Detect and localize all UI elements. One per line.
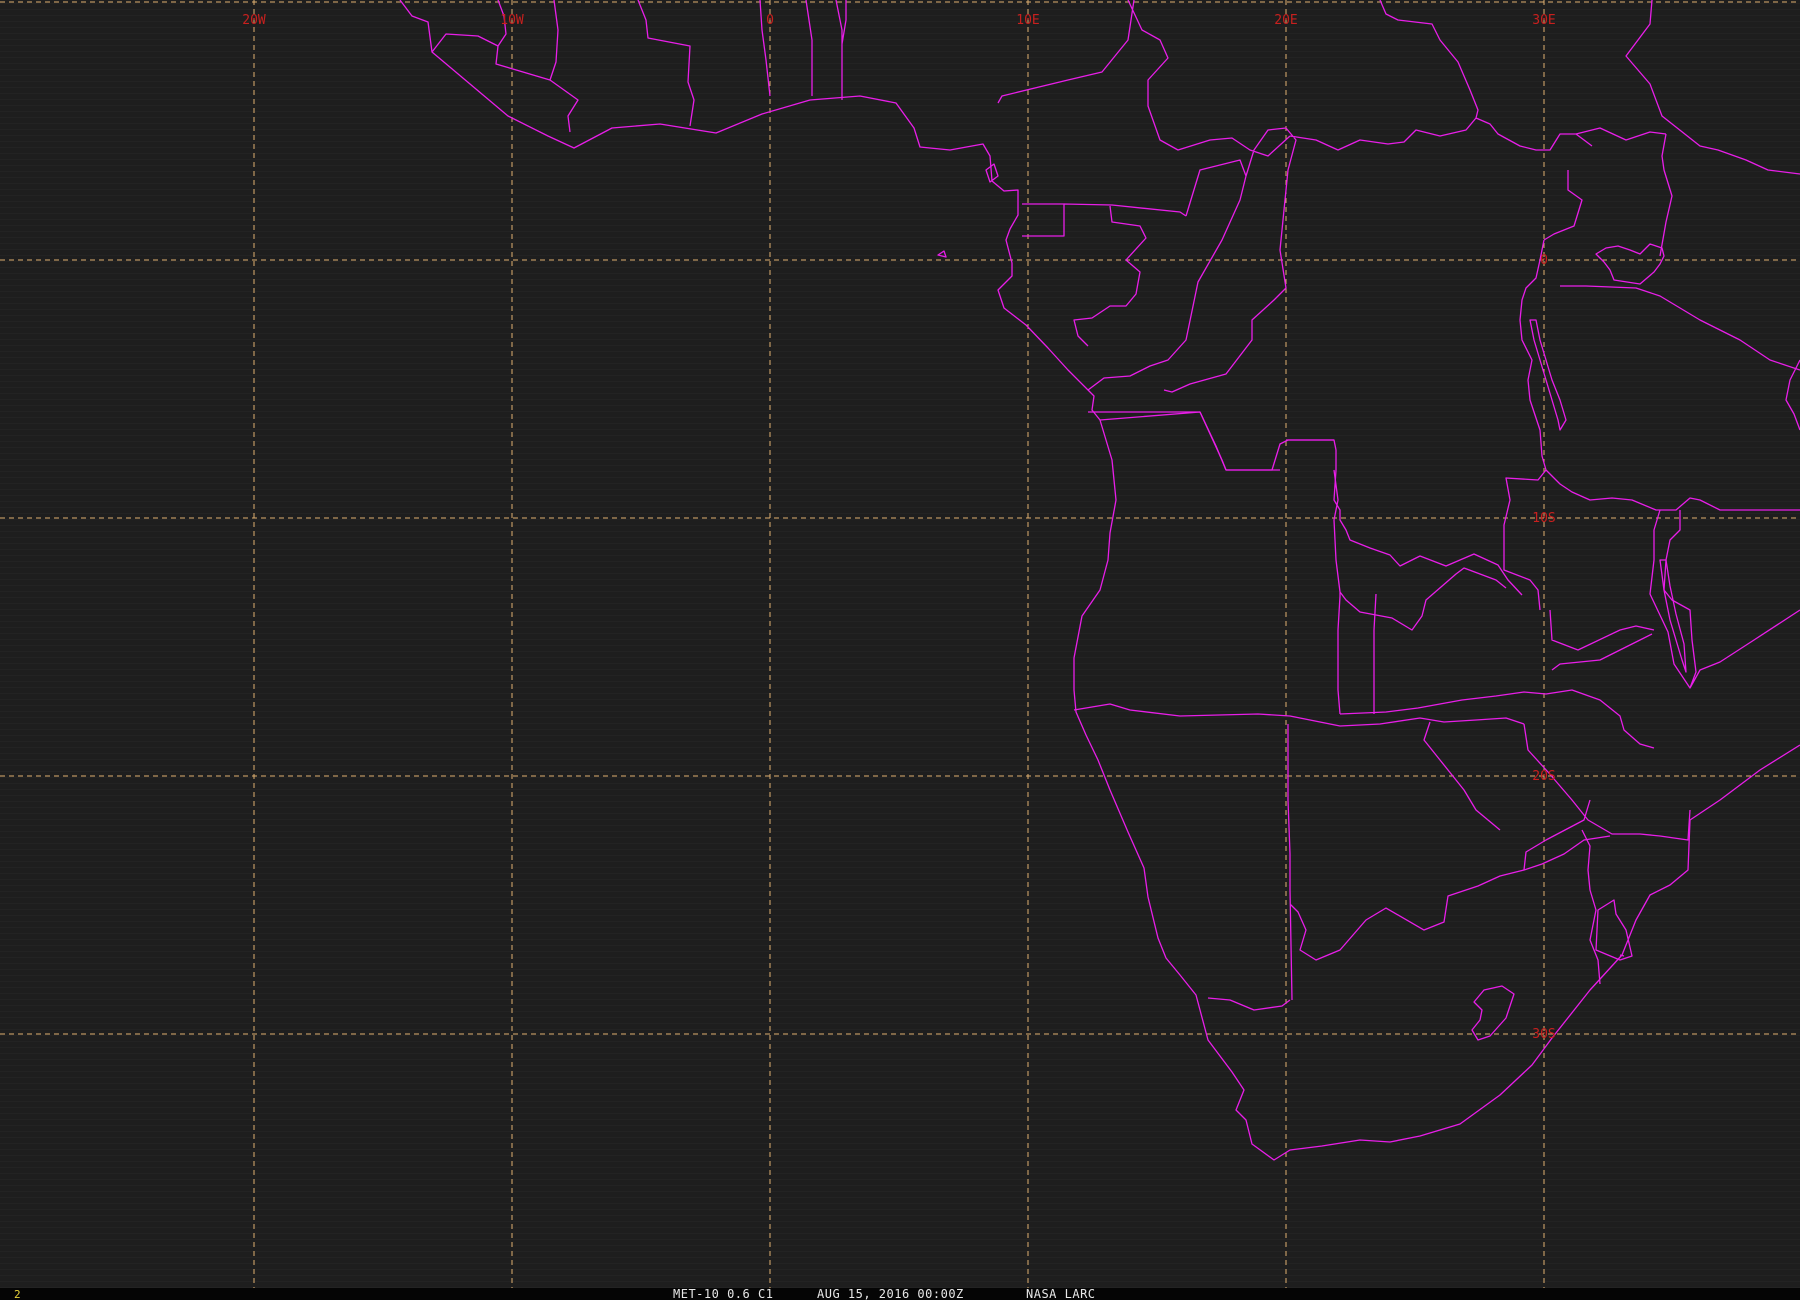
parallel-label: 20S <box>1532 769 1555 784</box>
satellite-label: MET-10 0.6 C1 <box>673 1287 773 1300</box>
frame-number: 2 <box>14 1288 21 1300</box>
meridian-label: 10E <box>1016 13 1039 28</box>
source-label: NASA LARC <box>1026 1287 1096 1300</box>
imagery-background <box>0 0 1800 1288</box>
meridian-label: 20E <box>1274 13 1297 28</box>
meridian-label: 20W <box>242 13 266 28</box>
parallel-label: 30S <box>1532 1027 1555 1042</box>
parallel-label: 0 <box>1540 253 1548 268</box>
parallel-label: 10S <box>1532 511 1555 526</box>
meridian-label: 10W <box>500 13 524 28</box>
satellite-map: 20W 10W 0 10E 20E 30E 0 10S 20S 30S 2 MET-10 0.6 … <box>0 0 1800 1300</box>
meridian-label: 0 <box>766 13 774 28</box>
meridian-label: 30E <box>1532 13 1555 28</box>
datetime-label: AUG 15, 2016 00:00Z <box>817 1287 964 1300</box>
